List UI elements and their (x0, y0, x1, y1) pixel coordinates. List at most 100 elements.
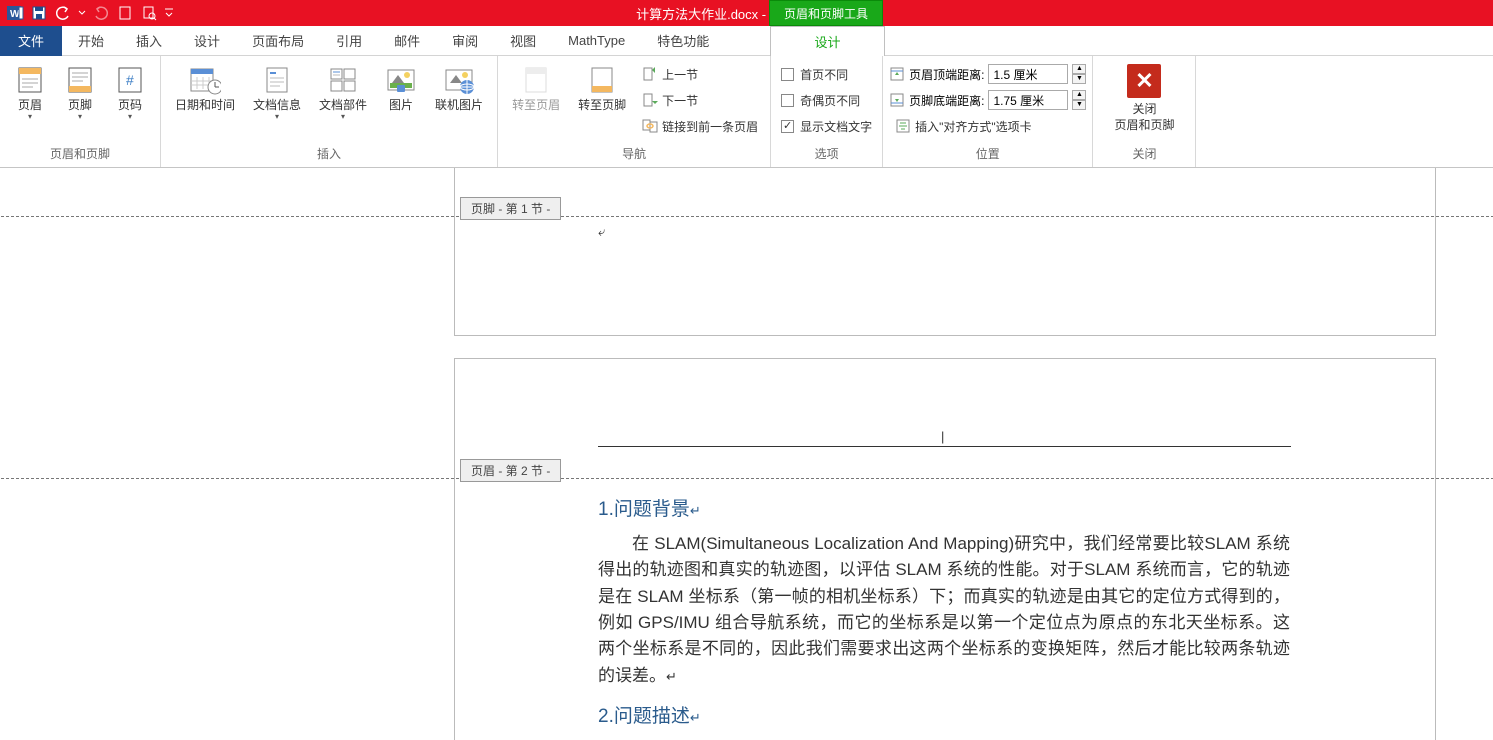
tab-mathtype[interactable]: MathType (552, 26, 641, 56)
header-top-icon (889, 66, 905, 82)
datetime-button[interactable]: 日期和时间 (167, 60, 243, 116)
spinner-down-icon: ▼ (1072, 74, 1086, 84)
header-top-input[interactable]: 1.5 厘米 (988, 64, 1068, 84)
header-button[interactable]: 页眉 ▾ (6, 60, 54, 125)
prev-section-icon (642, 66, 658, 82)
different-first-page-checkbox[interactable]: 首页不同 (777, 62, 876, 86)
align-tab-icon (895, 118, 911, 134)
datetime-icon (189, 64, 221, 96)
chevron-down-icon: ▾ (275, 112, 279, 121)
header-top-row: 页眉顶端距离: 1.5 厘米 ▲▼ (889, 62, 1086, 86)
different-odd-even-checkbox[interactable]: 奇偶页不同 (777, 88, 876, 112)
insert-align-tab-button[interactable]: 插入"对齐方式"选项卡 (889, 114, 1086, 138)
text-cursor: | (941, 429, 944, 444)
tab-mailings[interactable]: 邮件 (378, 26, 436, 56)
online-picture-button[interactable]: 联机图片 (427, 60, 491, 116)
title-bar: W 计算方法大作业.docx - Microsoft Word 页眉和页脚工具 (0, 0, 1493, 26)
redo-icon[interactable] (92, 4, 110, 22)
qat-customize-icon[interactable] (164, 4, 174, 22)
close-x-icon: ✕ (1127, 64, 1161, 98)
heading-1: 1.问题背景↵ (598, 494, 701, 521)
print-preview-icon[interactable] (140, 4, 158, 22)
link-previous-button[interactable]: 链接到前一条页眉 (636, 114, 764, 138)
tab-home[interactable]: 开始 (62, 26, 120, 56)
contextual-tab-header: 页眉和页脚工具 (769, 0, 883, 26)
group-insert: 日期和时间 文档信息 ▾ 文档部件 ▾ 图片 联机图片 插入 (161, 56, 498, 167)
body-paragraph-1: 在 SLAM(Simultaneous Localization And Map… (598, 531, 1290, 689)
next-section-icon (642, 92, 658, 108)
pagenumber-button[interactable]: # 页码 ▾ (106, 60, 154, 125)
group-label: 插入 (167, 142, 491, 167)
tab-layout[interactable]: 页面布局 (236, 26, 320, 56)
heading-2: 2.问题描述↵ (598, 701, 701, 728)
goto-header-icon (520, 64, 552, 96)
header-section-tag: 页眉 - 第 2 节 - (460, 459, 561, 482)
page-2: | 页眉 - 第 2 节 - 1.问题背景↵ 在 SLAM(Simultaneo… (454, 358, 1436, 740)
link-icon (642, 118, 658, 134)
undo-icon[interactable] (54, 4, 72, 22)
footer-bottom-label: 页脚底端距离: (909, 92, 984, 109)
picture-icon (385, 64, 417, 96)
chevron-down-icon: ▾ (28, 112, 32, 121)
next-section-button[interactable]: 下一节 (636, 88, 764, 112)
undo-dropdown-icon[interactable] (78, 4, 86, 22)
checkbox-checked-icon (781, 120, 794, 133)
goto-footer-icon (586, 64, 618, 96)
header-border (598, 446, 1291, 447)
docinfo-icon (261, 64, 293, 96)
footer-bottom-row: 页脚底端距离: 1.75 厘米 ▲▼ (889, 88, 1086, 112)
footer-bottom-spinner[interactable]: ▲▼ (1072, 90, 1086, 110)
tab-view[interactable]: 视图 (494, 26, 552, 56)
group-label: 位置 (889, 142, 1086, 167)
footer-icon (64, 64, 96, 96)
page-1: 页脚 - 第 1 节 - ⤶ (454, 168, 1436, 336)
picture-button[interactable]: 图片 (377, 60, 425, 116)
tab-references[interactable]: 引用 (320, 26, 378, 56)
checkbox-icon (781, 94, 794, 107)
tab-file[interactable]: 文件 (0, 26, 62, 56)
group-label: 关闭 (1099, 142, 1189, 167)
tab-design[interactable]: 设计 (178, 26, 236, 56)
header-dash-line (1, 478, 1493, 479)
group-close: ✕ 关闭 页眉和页脚 关闭 (1093, 56, 1196, 167)
header-top-spinner[interactable]: ▲▼ (1072, 64, 1086, 84)
prev-section-button[interactable]: 上一节 (636, 62, 764, 86)
footer-button[interactable]: 页脚 ▾ (56, 60, 104, 125)
new-doc-icon[interactable] (116, 4, 134, 22)
goto-footer-button[interactable]: 转至页脚 (570, 60, 634, 116)
close-header-footer-button[interactable]: ✕ 关闭 页眉和页脚 (1102, 60, 1186, 137)
tab-insert[interactable]: 插入 (120, 26, 178, 56)
paragraph-mark: ⤶ (598, 224, 605, 240)
spinner-up-icon: ▲ (1072, 90, 1086, 100)
chevron-down-icon: ▾ (341, 112, 345, 121)
word-app-icon[interactable]: W (6, 4, 24, 22)
document-area[interactable]: 页脚 - 第 1 节 - ⤶ | 页眉 - 第 2 节 - 1.问题背景↵ 在 … (0, 168, 1493, 740)
footer-dash-line (1, 216, 1493, 217)
pagenumber-icon: # (114, 64, 146, 96)
docparts-icon (327, 64, 359, 96)
quick-access-toolbar: W (0, 4, 174, 22)
header-top-label: 页眉顶端距离: (909, 66, 984, 83)
docinfo-button[interactable]: 文档信息 ▾ (245, 60, 309, 125)
goto-header-button: 转至页眉 (504, 60, 568, 116)
header-icon (14, 64, 46, 96)
tab-review[interactable]: 审阅 (436, 26, 494, 56)
group-position: 页眉顶端距离: 1.5 厘米 ▲▼ 页脚底端距离: 1.75 厘米 ▲▼ 插入"… (883, 56, 1093, 167)
group-header-footer: 页眉 ▾ 页脚 ▾ # 页码 ▾ 页眉和页脚 (0, 56, 161, 167)
tab-special[interactable]: 特色功能 (641, 26, 725, 56)
svg-text:#: # (126, 72, 134, 88)
chevron-down-icon: ▾ (78, 112, 82, 121)
group-options: 首页不同 奇偶页不同 显示文档文字 选项 (771, 56, 883, 167)
footer-section-tag: 页脚 - 第 1 节 - (460, 197, 561, 220)
online-picture-icon (443, 64, 475, 96)
spinner-down-icon: ▼ (1072, 100, 1086, 110)
ribbon: 页眉 ▾ 页脚 ▾ # 页码 ▾ 页眉和页脚 日期和时间 (0, 56, 1493, 168)
show-document-text-checkbox[interactable]: 显示文档文字 (777, 114, 876, 138)
tab-hf-design[interactable]: 设计 (770, 26, 885, 56)
group-navigation: 转至页眉 转至页脚 上一节 下一节 链接到前一条页眉 (498, 56, 771, 167)
checkbox-icon (781, 68, 794, 81)
footer-bottom-input[interactable]: 1.75 厘米 (988, 90, 1068, 110)
save-icon[interactable] (30, 4, 48, 22)
chevron-down-icon: ▾ (128, 112, 132, 121)
docparts-button[interactable]: 文档部件 ▾ (311, 60, 375, 125)
